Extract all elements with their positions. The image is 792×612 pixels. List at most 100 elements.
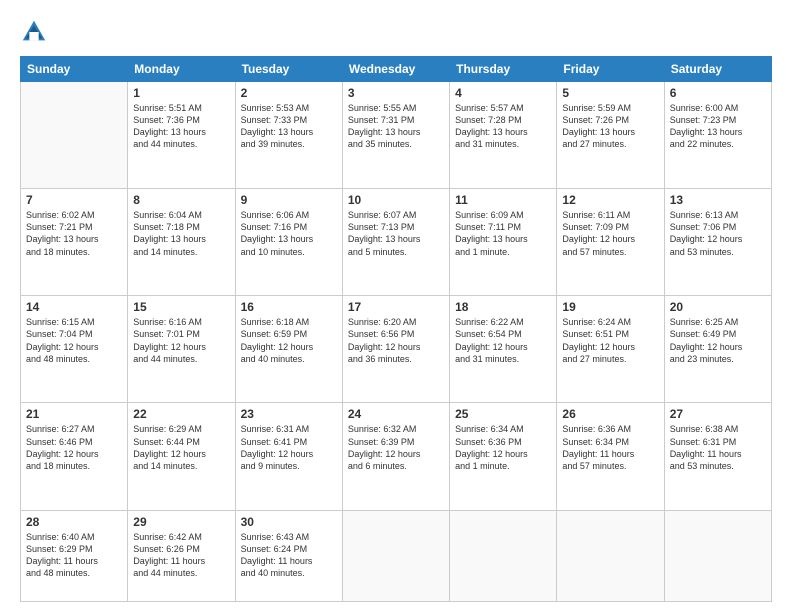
day-number: 27	[670, 407, 766, 421]
logo	[20, 18, 52, 46]
calendar-cell: 15 Sunrise: 6:16 AMSunset: 7:01 PMDayligh…	[128, 296, 235, 403]
header	[20, 18, 772, 46]
weekday-header-wednesday: Wednesday	[342, 57, 449, 82]
day-number: 12	[562, 193, 658, 207]
week-row-3: 14 Sunrise: 6:15 AMSunset: 7:04 PMDayligh…	[21, 296, 772, 403]
calendar-cell: 22 Sunrise: 6:29 AMSunset: 6:44 PMDayligh…	[128, 403, 235, 510]
calendar-cell: 9 Sunrise: 6:06 AMSunset: 7:16 PMDaylight…	[235, 189, 342, 296]
weekday-header-tuesday: Tuesday	[235, 57, 342, 82]
day-info: Sunrise: 6:04 AMSunset: 7:18 PMDaylight:…	[133, 209, 229, 258]
day-info: Sunrise: 5:51 AMSunset: 7:36 PMDaylight:…	[133, 102, 229, 151]
calendar-cell: 3 Sunrise: 5:55 AMSunset: 7:31 PMDaylight…	[342, 82, 449, 189]
day-number: 22	[133, 407, 229, 421]
day-number: 17	[348, 300, 444, 314]
day-info: Sunrise: 5:55 AMSunset: 7:31 PMDaylight:…	[348, 102, 444, 151]
weekday-header-monday: Monday	[128, 57, 235, 82]
calendar-cell: 27 Sunrise: 6:38 AMSunset: 6:31 PMDayligh…	[664, 403, 771, 510]
calendar-cell: 5 Sunrise: 5:59 AMSunset: 7:26 PMDaylight…	[557, 82, 664, 189]
week-row-5: 28Sunrise: 6:40 AMSunset: 6:29 PMDayligh…	[21, 510, 772, 601]
calendar-cell: 7 Sunrise: 6:02 AMSunset: 7:21 PMDaylight…	[21, 189, 128, 296]
logo-icon	[20, 18, 48, 46]
day-info: Sunrise: 6:07 AMSunset: 7:13 PMDaylight:…	[348, 209, 444, 258]
calendar-cell: 16 Sunrise: 6:18 AMSunset: 6:59 PMDayligh…	[235, 296, 342, 403]
calendar-cell: 19 Sunrise: 6:24 AMSunset: 6:51 PMDayligh…	[557, 296, 664, 403]
calendar-cell: 28Sunrise: 6:40 AMSunset: 6:29 PMDayligh…	[21, 510, 128, 601]
day-info: Sunrise: 6:36 AMSunset: 6:34 PMDaylight:…	[562, 423, 658, 472]
day-number: 23	[241, 407, 337, 421]
day-info: Sunrise: 6:15 AMSunset: 7:04 PMDaylight:…	[26, 316, 122, 365]
day-info: Sunrise: 6:32 AMSunset: 6:39 PMDaylight:…	[348, 423, 444, 472]
day-number: 21	[26, 407, 122, 421]
calendar-cell: 24 Sunrise: 6:32 AMSunset: 6:39 PMDayligh…	[342, 403, 449, 510]
day-number: 14	[26, 300, 122, 314]
calendar-cell: 8 Sunrise: 6:04 AMSunset: 7:18 PMDaylight…	[128, 189, 235, 296]
calendar-cell: 17 Sunrise: 6:20 AMSunset: 6:56 PMDayligh…	[342, 296, 449, 403]
day-number: 18	[455, 300, 551, 314]
day-info: Sunrise: 6:11 AMSunset: 7:09 PMDaylight:…	[562, 209, 658, 258]
calendar-cell: 6 Sunrise: 6:00 AMSunset: 7:23 PMDaylight…	[664, 82, 771, 189]
calendar-cell	[557, 510, 664, 601]
calendar-cell: 12 Sunrise: 6:11 AMSunset: 7:09 PMDayligh…	[557, 189, 664, 296]
calendar-cell: 11 Sunrise: 6:09 AMSunset: 7:11 PMDayligh…	[450, 189, 557, 296]
day-number: 20	[670, 300, 766, 314]
week-row-1: 1 Sunrise: 5:51 AMSunset: 7:36 PMDaylight…	[21, 82, 772, 189]
day-info: Sunrise: 6:13 AMSunset: 7:06 PMDaylight:…	[670, 209, 766, 258]
day-info: Sunrise: 6:16 AMSunset: 7:01 PMDaylight:…	[133, 316, 229, 365]
day-info: Sunrise: 5:59 AMSunset: 7:26 PMDaylight:…	[562, 102, 658, 151]
calendar-cell: 10 Sunrise: 6:07 AMSunset: 7:13 PMDayligh…	[342, 189, 449, 296]
week-row-2: 7 Sunrise: 6:02 AMSunset: 7:21 PMDaylight…	[21, 189, 772, 296]
day-info: Sunrise: 6:24 AMSunset: 6:51 PMDaylight:…	[562, 316, 658, 365]
day-number: 9	[241, 193, 337, 207]
day-info: Sunrise: 6:42 AMSunset: 6:26 PMDaylight:…	[133, 531, 229, 580]
day-number: 8	[133, 193, 229, 207]
day-info: Sunrise: 6:38 AMSunset: 6:31 PMDaylight:…	[670, 423, 766, 472]
day-info: Sunrise: 6:25 AMSunset: 6:49 PMDaylight:…	[670, 316, 766, 365]
day-info: Sunrise: 6:29 AMSunset: 6:44 PMDaylight:…	[133, 423, 229, 472]
day-number: 6	[670, 86, 766, 100]
calendar-cell	[21, 82, 128, 189]
day-info: Sunrise: 6:22 AMSunset: 6:54 PMDaylight:…	[455, 316, 551, 365]
day-info: Sunrise: 6:34 AMSunset: 6:36 PMDaylight:…	[455, 423, 551, 472]
calendar-cell	[450, 510, 557, 601]
day-number: 30	[241, 515, 337, 529]
day-number: 1	[133, 86, 229, 100]
day-number: 26	[562, 407, 658, 421]
calendar-cell: 18 Sunrise: 6:22 AMSunset: 6:54 PMDayligh…	[450, 296, 557, 403]
calendar-cell: 20 Sunrise: 6:25 AMSunset: 6:49 PMDayligh…	[664, 296, 771, 403]
day-number: 15	[133, 300, 229, 314]
calendar-cell: 1 Sunrise: 5:51 AMSunset: 7:36 PMDaylight…	[128, 82, 235, 189]
day-info: Sunrise: 6:06 AMSunset: 7:16 PMDaylight:…	[241, 209, 337, 258]
weekday-header-row: SundayMondayTuesdayWednesdayThursdayFrid…	[21, 57, 772, 82]
week-row-4: 21Sunrise: 6:27 AMSunset: 6:46 PMDayligh…	[21, 403, 772, 510]
day-number: 2	[241, 86, 337, 100]
day-number: 7	[26, 193, 122, 207]
day-info: Sunrise: 6:09 AMSunset: 7:11 PMDaylight:…	[455, 209, 551, 258]
day-number: 16	[241, 300, 337, 314]
calendar-cell: 25Sunrise: 6:34 AMSunset: 6:36 PMDayligh…	[450, 403, 557, 510]
day-number: 5	[562, 86, 658, 100]
calendar-cell: 29 Sunrise: 6:42 AMSunset: 6:26 PMDayligh…	[128, 510, 235, 601]
day-info: Sunrise: 6:40 AMSunset: 6:29 PMDaylight:…	[26, 531, 122, 580]
day-number: 24	[348, 407, 444, 421]
calendar-cell: 4 Sunrise: 5:57 AMSunset: 7:28 PMDaylight…	[450, 82, 557, 189]
day-number: 3	[348, 86, 444, 100]
day-number: 19	[562, 300, 658, 314]
calendar-cell: 23Sunrise: 6:31 AMSunset: 6:41 PMDayligh…	[235, 403, 342, 510]
calendar-cell: 14 Sunrise: 6:15 AMSunset: 7:04 PMDayligh…	[21, 296, 128, 403]
day-info: Sunrise: 6:02 AMSunset: 7:21 PMDaylight:…	[26, 209, 122, 258]
calendar-cell: 13Sunrise: 6:13 AMSunset: 7:06 PMDayligh…	[664, 189, 771, 296]
day-info: Sunrise: 5:53 AMSunset: 7:33 PMDaylight:…	[241, 102, 337, 151]
day-info: Sunrise: 6:20 AMSunset: 6:56 PMDaylight:…	[348, 316, 444, 365]
page: SundayMondayTuesdayWednesdayThursdayFrid…	[0, 0, 792, 612]
day-number: 29	[133, 515, 229, 529]
day-info: Sunrise: 6:18 AMSunset: 6:59 PMDaylight:…	[241, 316, 337, 365]
day-info: Sunrise: 5:57 AMSunset: 7:28 PMDaylight:…	[455, 102, 551, 151]
calendar-cell: 30Sunrise: 6:43 AMSunset: 6:24 PMDayligh…	[235, 510, 342, 601]
calendar-cell: 26 Sunrise: 6:36 AMSunset: 6:34 PMDayligh…	[557, 403, 664, 510]
day-number: 4	[455, 86, 551, 100]
day-info: Sunrise: 6:00 AMSunset: 7:23 PMDaylight:…	[670, 102, 766, 151]
day-number: 10	[348, 193, 444, 207]
calendar: SundayMondayTuesdayWednesdayThursdayFrid…	[20, 56, 772, 602]
day-number: 11	[455, 193, 551, 207]
weekday-header-sunday: Sunday	[21, 57, 128, 82]
